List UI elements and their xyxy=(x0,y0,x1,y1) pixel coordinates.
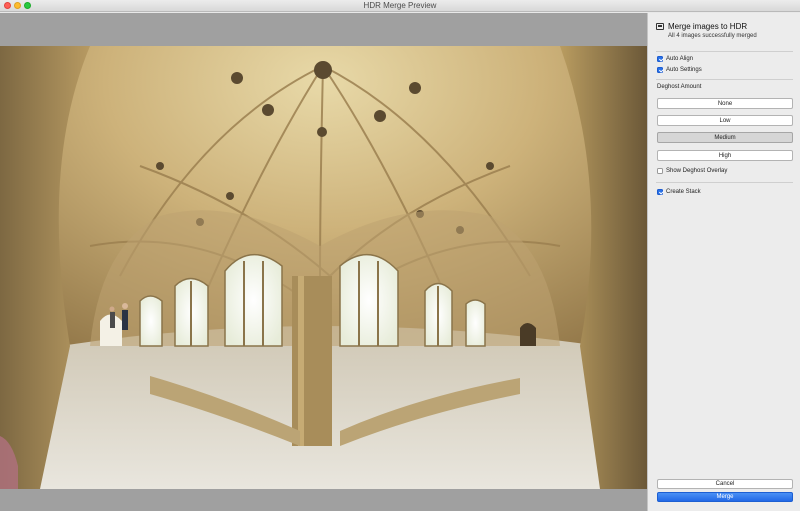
panel-header: Merge images to HDR xyxy=(656,22,747,31)
deghost-none-button[interactable]: None xyxy=(657,98,793,109)
title-bar: HDR Merge Preview xyxy=(0,0,800,12)
preview-area xyxy=(0,13,647,511)
merge-settings-panel: Merge images to HDR All 4 images success… xyxy=(647,13,800,511)
auto-align-checkbox[interactable]: Auto Align xyxy=(657,56,693,62)
auto-settings-label: Auto Settings xyxy=(666,67,702,73)
show-deghost-overlay-checkbox[interactable]: Show Deghost Overlay xyxy=(657,168,727,174)
auto-align-label: Auto Align xyxy=(666,56,694,62)
create-stack-checkbox[interactable]: Create Stack xyxy=(657,189,701,195)
show-deghost-overlay-label: Show Deghost Overlay xyxy=(666,168,728,174)
create-stack-label: Create Stack xyxy=(666,189,701,195)
panel-title: Merge images to HDR xyxy=(668,22,748,31)
merge-button[interactable]: Merge xyxy=(657,492,793,502)
divider xyxy=(656,182,793,183)
checkbox-checked-icon[interactable] xyxy=(657,67,663,73)
window-title: HDR Merge Preview xyxy=(363,1,437,10)
deghost-amount-label: Deghost Amount xyxy=(657,84,702,90)
hdr-preview-image xyxy=(0,46,647,489)
deghost-high-button[interactable]: High xyxy=(657,150,793,161)
stack-icon xyxy=(656,23,664,30)
deghost-low-button[interactable]: Low xyxy=(657,115,793,126)
merge-status-text: All 4 images successfully merged xyxy=(668,33,757,39)
divider xyxy=(656,51,793,52)
checkbox-checked-icon[interactable] xyxy=(657,56,663,62)
auto-settings-checkbox[interactable]: Auto Settings xyxy=(657,67,702,73)
deghost-medium-button[interactable]: Medium xyxy=(657,132,793,143)
checkbox-checked-icon[interactable] xyxy=(657,189,663,195)
checkbox-unchecked-icon[interactable] xyxy=(657,168,663,174)
divider xyxy=(656,79,793,80)
cloister-photo xyxy=(0,46,647,489)
cancel-button[interactable]: Cancel xyxy=(657,479,793,489)
